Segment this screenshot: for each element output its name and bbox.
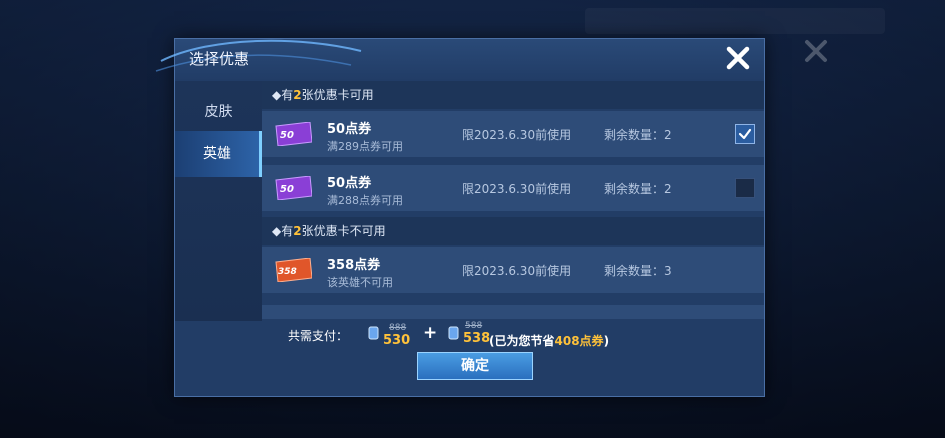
coupon-name: 358点券: [327, 258, 381, 273]
coupon-name: 50点券: [327, 176, 372, 191]
coupon-ticket-icon: 50: [275, 122, 312, 146]
coupon-item-disabled: 358 358点券 该英雄不可用 限2023.6.30前使用 剩余数量：3: [262, 247, 764, 293]
coupon-remaining: 剩余数量：2: [604, 128, 672, 142]
coupon-condition: 满288点券可用: [327, 194, 403, 207]
dialog-title: 选择优惠: [189, 50, 250, 68]
price-2-original: 588: [465, 321, 483, 331]
section-suffix: 张优惠卡可用: [301, 88, 374, 102]
coupon-remaining: 剩余数量：2: [604, 182, 672, 196]
coupon-name: 50点券: [327, 122, 372, 137]
coupon-remaining: 剩余数量：3: [604, 264, 672, 278]
available-count: 2: [293, 88, 302, 102]
unavailable-count: 2: [293, 224, 302, 238]
background-top-bar: [585, 8, 885, 34]
price-1-discounted: 530: [383, 333, 411, 348]
coupon-expiry: 限2023.6.30前使用: [462, 128, 572, 142]
unavailable-section-header: ◆有2张优惠卡不可用: [262, 217, 764, 245]
category-sidebar: 皮肤 英雄: [175, 81, 262, 321]
ticket-value: 358: [278, 267, 297, 277]
close-x-icon[interactable]: [723, 43, 753, 73]
coupon-ticket-icon: 358: [275, 258, 312, 282]
savings-text: (已为您节省408点券): [489, 332, 609, 349]
ticket-value: 50: [280, 184, 294, 195]
diamond-coin-icon: [448, 326, 459, 340]
ticket-value: 50: [280, 130, 294, 141]
checkmark-icon: [738, 128, 752, 140]
coupon-item[interactable]: 50 50点券 满288点券可用 限2023.6.30前使用 剩余数量：2: [262, 165, 764, 211]
section-suffix: 张优惠卡不可用: [301, 224, 386, 238]
coupon-checkbox-checked[interactable]: [735, 124, 755, 144]
coupon-list: ◆有2张优惠卡可用 50 50点券 满289点券可用 限2023.6.30前使用…: [262, 81, 764, 319]
tab-skin[interactable]: 皮肤: [175, 89, 262, 135]
coupon-checkbox-unchecked[interactable]: [735, 178, 755, 198]
background-close-icon: [805, 40, 827, 62]
confirm-button[interactable]: 确定: [417, 352, 533, 380]
coupon-item-partial: [262, 305, 764, 319]
coupon-coin-icon: [368, 326, 379, 340]
coupon-item[interactable]: 50 50点券 满289点券可用 限2023.6.30前使用 剩余数量：2: [262, 111, 764, 157]
price-1-original: 888: [389, 323, 407, 333]
section-prefix: ◆有: [272, 88, 294, 102]
price-2-discounted: 538: [463, 331, 491, 346]
coupon-expiry: 限2023.6.30前使用: [462, 182, 572, 196]
savings-amount: 408点券: [554, 334, 604, 348]
available-section-header: ◆有2张优惠卡可用: [262, 81, 764, 109]
coupon-condition: 该英雄不可用: [327, 276, 393, 289]
discount-dialog: 选择优惠 皮肤 英雄 ◆有2张优惠卡可用 50 50点券 满289点券可用 限2…: [155, 38, 765, 397]
total-label: 共需支付：: [288, 329, 349, 343]
plus-sign: +: [423, 323, 438, 343]
section-prefix: ◆有: [272, 224, 294, 238]
coupon-expiry: 限2023.6.30前使用: [462, 264, 572, 278]
savings-suffix: ): [603, 334, 610, 348]
savings-prefix: (已为您节省: [489, 334, 555, 348]
coupon-condition: 满289点券可用: [327, 140, 403, 153]
tab-hero[interactable]: 英雄: [175, 131, 262, 177]
dialog-header: 选择优惠: [155, 39, 764, 81]
coupon-ticket-icon: 50: [275, 176, 312, 200]
